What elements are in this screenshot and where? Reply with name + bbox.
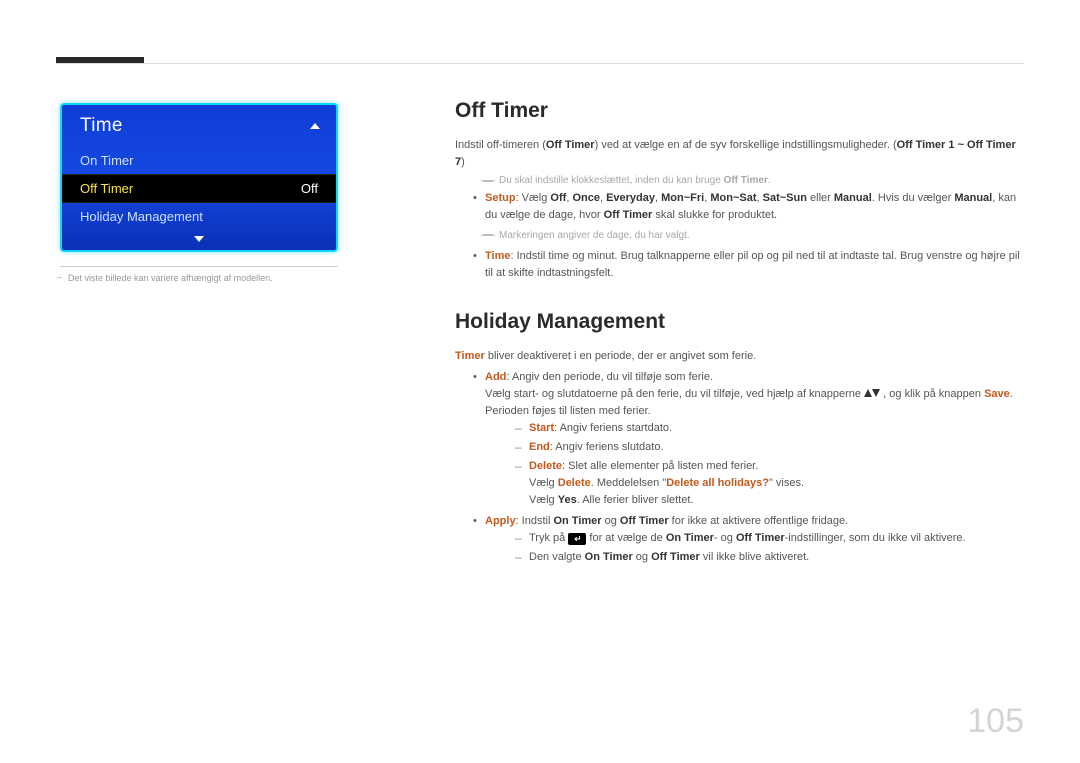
tv-item-off-timer-value: Off bbox=[301, 181, 318, 196]
off-timer-heading: Off Timer bbox=[455, 99, 1022, 123]
off-timer-clock-note: ― Du skal indstille klokkeslættet, inden… bbox=[485, 175, 1022, 186]
page-number: 105 bbox=[967, 702, 1024, 741]
off-timer-list: Setup: Vælg Off, Once, Everyday, Mon~Fri… bbox=[473, 190, 1022, 282]
holiday-apply-sub1: Tryk på for at vælge de On Timer- og Off… bbox=[515, 530, 1022, 547]
holiday-end: End: Angiv feriens slutdato. bbox=[515, 439, 1022, 456]
holiday-add-sublist: Start: Angiv feriens startdato. End: Ang… bbox=[515, 420, 1022, 509]
off-timer-setup-item: Setup: Vælg Off, Once, Everyday, Mon~Fri… bbox=[473, 190, 1022, 244]
tv-item-off-timer-label: Off Timer bbox=[80, 181, 133, 196]
off-timer-intro: Indstil off-timeren (Off Timer) ved at v… bbox=[455, 137, 1022, 171]
enter-key-icon bbox=[568, 533, 586, 545]
tv-chevron-down-row bbox=[62, 230, 336, 246]
holiday-section: Holiday Management Timer bliver deaktive… bbox=[455, 310, 1022, 567]
tv-item-off-timer[interactable]: Off Timer Off bbox=[62, 174, 336, 203]
holiday-heading: Holiday Management bbox=[455, 310, 1022, 334]
holiday-add-line2: Vælg start- og slutdatoerne på den ferie… bbox=[485, 386, 1022, 403]
up-down-triangle-icon bbox=[864, 389, 880, 399]
chevron-down-icon[interactable] bbox=[194, 236, 204, 242]
holiday-add-line3: Perioden føjes til listen med ferier. bbox=[485, 403, 1022, 420]
holiday-start: Start: Angiv feriens startdato. bbox=[515, 420, 1022, 437]
tv-menu-panel: Time On Timer Off Timer Off Holiday Mana… bbox=[60, 103, 338, 252]
header-rule bbox=[56, 63, 1024, 64]
sidebar-separator bbox=[60, 266, 338, 267]
holiday-delete-line2: Vælg Delete. Meddelelsen "Delete all hol… bbox=[529, 475, 1022, 492]
tv-menu-title-row: Time bbox=[62, 105, 336, 147]
chevron-up-icon[interactable] bbox=[310, 123, 320, 129]
holiday-delete-line3: Vælg Yes. Alle ferier bliver slettet. bbox=[529, 492, 1022, 509]
tv-item-on-timer[interactable]: On Timer bbox=[62, 147, 336, 174]
off-timer-time-item: Time: Indstil time og minut. Brug talkna… bbox=[473, 248, 1022, 282]
sidebar: Time On Timer Off Timer Off Holiday Mana… bbox=[60, 103, 338, 283]
holiday-add-item: Add: Angiv den periode, du vil tilføje s… bbox=[473, 369, 1022, 509]
sidebar-caption: Det viste billede kan variere afhængigt … bbox=[60, 273, 338, 283]
holiday-list: Add: Angiv den periode, du vil tilføje s… bbox=[473, 369, 1022, 567]
holiday-intro: Timer bliver deaktiveret i en periode, d… bbox=[455, 348, 1022, 365]
holiday-apply-sublist: Tryk på for at vælge de On Timer- og Off… bbox=[515, 530, 1022, 566]
tv-menu-title: Time bbox=[80, 115, 123, 137]
main-content: Off Timer Indstil off-timeren (Off Timer… bbox=[455, 99, 1022, 570]
tv-item-holiday[interactable]: Holiday Management bbox=[62, 203, 336, 230]
off-timer-setup-note: ―Markeringen angiver de dage, du har val… bbox=[485, 228, 1022, 244]
holiday-apply-item: Apply: Indstil On Timer og Off Timer for… bbox=[473, 513, 1022, 566]
holiday-delete: Delete: Slet alle elementer på listen me… bbox=[515, 458, 1022, 509]
holiday-apply-sub2: Den valgte On Timer og Off Timer vil ikk… bbox=[515, 549, 1022, 566]
